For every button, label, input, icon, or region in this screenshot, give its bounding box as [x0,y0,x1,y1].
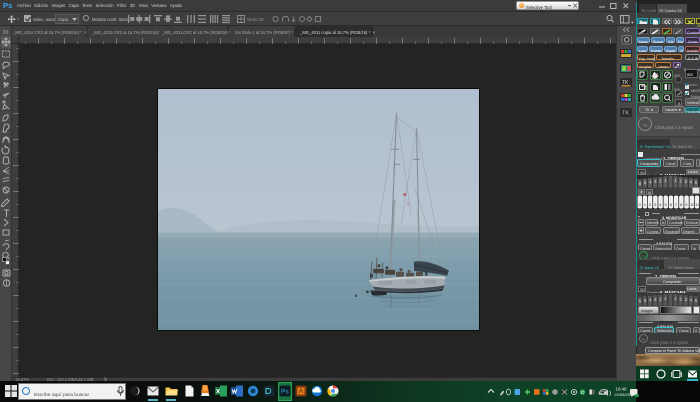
svg-text:11: 11 [695,202,700,207]
svg-text:TK: TK [622,111,629,117]
svg-text:Ps: Ps [281,389,289,396]
